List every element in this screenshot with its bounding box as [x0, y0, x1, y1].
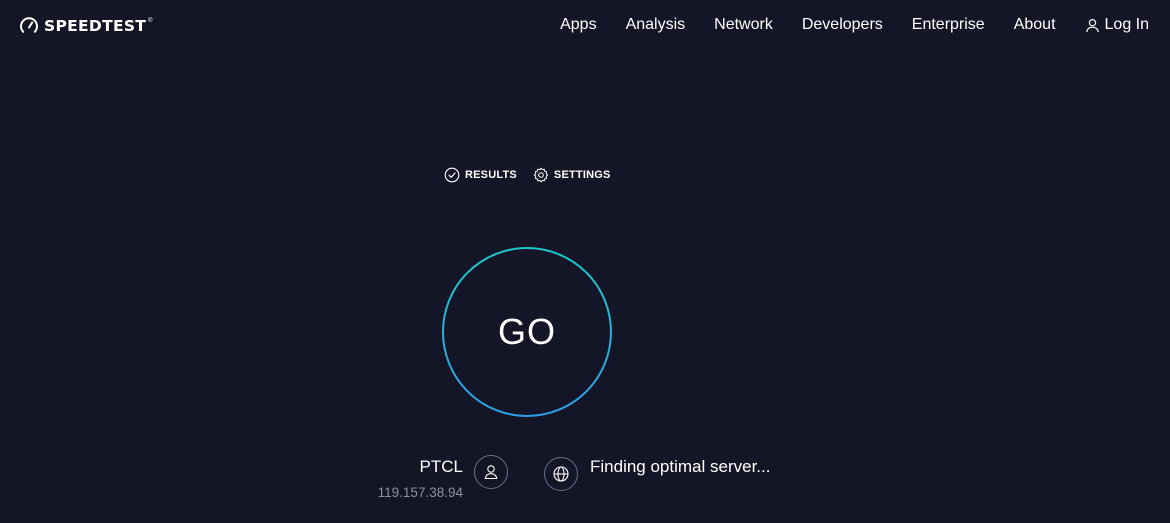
server-icon-button[interactable]: [544, 457, 578, 491]
login-label: Log In: [1104, 16, 1149, 33]
isp-ip-address: 119.157.38.94: [377, 485, 463, 500]
isp-name: PTCL: [419, 457, 463, 476]
nav-item-about[interactable]: About: [1014, 16, 1056, 34]
user-icon: [1085, 18, 1099, 32]
isp-info: PTCL 119.157.38.94: [340, 455, 508, 505]
check-circle-icon: [444, 167, 460, 183]
results-link[interactable]: RESULTS: [444, 167, 517, 183]
globe-icon: [553, 466, 569, 482]
login-link[interactable]: Log In: [1085, 16, 1149, 34]
speedometer-icon: [20, 17, 38, 33]
nav-item-analysis[interactable]: Analysis: [626, 16, 686, 34]
settings-label: SETTINGS: [553, 169, 611, 181]
nav-item-enterprise[interactable]: Enterprise: [912, 16, 985, 34]
server-info: Finding optimal server...: [544, 455, 834, 495]
site-header: SPEEDTEST ® Apps Analysis Network Develo…: [0, 0, 1170, 54]
page: SPEEDTEST ® Apps Analysis Network Develo…: [0, 0, 1170, 523]
server-status-text: Finding optimal server...: [590, 457, 771, 476]
gear-icon: [533, 167, 549, 183]
speedtest-logo[interactable]: SPEEDTEST ®: [19, 15, 153, 37]
isp-icon-button[interactable]: [474, 455, 508, 489]
nav-item-developers[interactable]: Developers: [802, 16, 883, 34]
go-button-container: GO: [441, 246, 613, 418]
nav-item-network[interactable]: Network: [714, 16, 773, 34]
trademark-mark: ®: [148, 18, 153, 24]
go-label: GO: [497, 311, 556, 352]
user-icon: [484, 465, 498, 480]
nav-item-apps[interactable]: Apps: [560, 16, 596, 34]
test-nav: RESULTS SETTINGS: [444, 167, 611, 183]
main-nav: Apps Analysis Network Developers Enterpr…: [560, 16, 1149, 34]
results-label: RESULTS: [465, 169, 517, 181]
brand-name: SPEEDTEST: [44, 17, 147, 35]
settings-link[interactable]: SETTINGS: [533, 167, 611, 183]
go-button[interactable]: GO: [444, 249, 610, 415]
